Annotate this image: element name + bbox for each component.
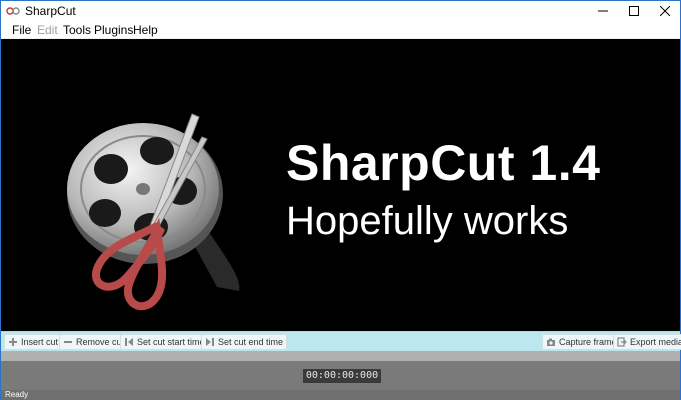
timeline-track[interactable]: 00:00:00:000: [1, 361, 680, 390]
insert-cut-button[interactable]: Insert cut: [4, 334, 63, 350]
cut-toolbar: Insert cut Remove cut Set cut start time…: [1, 331, 681, 352]
menu-bar: File Edit Tools Plugins Help: [1, 21, 680, 39]
maximize-button[interactable]: [618, 1, 649, 21]
app-window: SharpCut File Edit Tools Plugins Help Sh…: [0, 0, 681, 400]
minimize-button[interactable]: [587, 1, 618, 21]
close-icon: [659, 6, 670, 16]
status-bar: Ready: [1, 390, 680, 400]
export-icon: [616, 337, 627, 348]
set-cut-start-button[interactable]: Set cut start time: [120, 334, 209, 350]
remove-cut-button[interactable]: Remove cut: [59, 334, 129, 350]
maximize-icon: [628, 6, 639, 16]
plus-icon: [7, 337, 18, 348]
close-button[interactable]: [649, 1, 680, 21]
splash-title: SharpCut 1.4: [286, 135, 601, 191]
capture-frame-button[interactable]: Capture frame: [542, 334, 621, 350]
title-bar[interactable]: SharpCut: [1, 1, 680, 21]
timeline-header: [1, 351, 680, 361]
window-title: SharpCut: [25, 4, 76, 18]
timecode-display: 00:00:00:000: [303, 369, 381, 383]
set-cut-end-button[interactable]: Set cut end time: [201, 334, 288, 350]
minimize-icon: [597, 10, 608, 12]
camera-icon: [545, 337, 556, 348]
menu-help[interactable]: Help: [133, 23, 158, 37]
menu-plugins[interactable]: Plugins: [94, 23, 133, 37]
status-text: Ready: [5, 390, 29, 399]
app-icon: [6, 7, 20, 15]
splash-subtitle: Hopefully works: [286, 199, 569, 243]
insert-cut-label: Insert cut: [21, 337, 59, 347]
remove-cut-label: Remove cut: [76, 337, 125, 347]
export-media-button[interactable]: Export media: [613, 334, 681, 350]
cut-start-icon: [123, 337, 134, 348]
export-media-label: Export media: [630, 337, 681, 347]
video-preview[interactable]: SharpCut 1.4 Hopefully works: [1, 39, 680, 331]
set-cut-end-label: Set cut end time: [218, 337, 284, 347]
menu-file[interactable]: File: [12, 23, 31, 37]
cut-end-icon: [204, 337, 215, 348]
menu-tools[interactable]: Tools: [63, 23, 91, 37]
minus-icon: [62, 337, 73, 348]
film-reel-scissors-logo: [67, 113, 240, 311]
set-cut-start-label: Set cut start time: [137, 337, 205, 347]
menu-edit[interactable]: Edit: [37, 23, 58, 37]
capture-frame-label: Capture frame: [559, 337, 617, 347]
